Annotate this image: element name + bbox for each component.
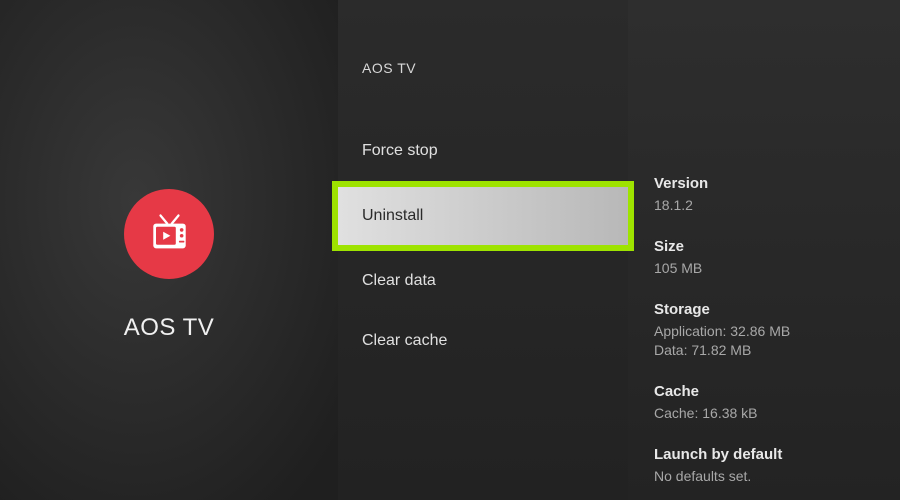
launch-label: Launch by default [654, 446, 900, 463]
launch-block: Launch by default No defaults set. [654, 446, 900, 485]
action-list: Force stop Uninstall Clear data Clear ca… [338, 121, 628, 371]
storage-data-value: Data: 71.82 MB [654, 341, 900, 359]
actions-panel: AOS TV Force stop Uninstall Clear data C… [338, 0, 628, 500]
app-name-label: AOS TV [124, 314, 215, 342]
version-label: Version [654, 175, 900, 192]
size-label: Size [654, 238, 900, 255]
app-settings-screen: AOS TV AOS TV Force stop Uninstall Clear… [0, 0, 900, 500]
storage-app-value: Application: 32.86 MB [654, 322, 900, 340]
clear-cache-button[interactable]: Clear cache [338, 311, 628, 371]
panel-title: AOS TV [338, 0, 628, 76]
launch-value: No defaults set. [654, 467, 900, 485]
storage-block: Storage Application: 32.86 MB Data: 71.8… [654, 301, 900, 358]
cache-value: Cache: 16.38 kB [654, 404, 900, 422]
force-stop-button[interactable]: Force stop [338, 121, 628, 181]
tv-icon [147, 211, 192, 256]
details-panel: Version 18.1.2 Size 105 MB Storage Appli… [628, 0, 900, 500]
version-value: 18.1.2 [654, 196, 900, 214]
storage-label: Storage [654, 301, 900, 318]
cache-block: Cache Cache: 16.38 kB [654, 383, 900, 422]
clear-data-button[interactable]: Clear data [338, 251, 628, 311]
cache-label: Cache [654, 383, 900, 400]
uninstall-button[interactable]: Uninstall [338, 187, 628, 245]
size-block: Size 105 MB [654, 238, 900, 277]
selection-highlight: Uninstall [332, 181, 634, 251]
version-block: Version 18.1.2 [654, 175, 900, 214]
size-value: 105 MB [654, 259, 900, 277]
app-icon [124, 189, 214, 279]
app-identity-panel: AOS TV [0, 0, 338, 500]
